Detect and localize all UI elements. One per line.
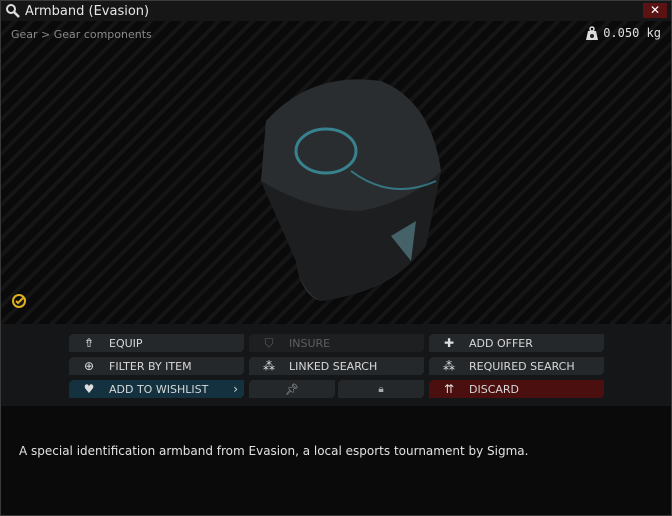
pin-button[interactable]: 📌︎ <box>249 380 335 398</box>
equip-label: EQUIP <box>109 336 143 350</box>
discard-button[interactable]: ⇈ DISCARD <box>429 380 604 398</box>
add-offer-label: ADD OFFER <box>469 336 533 350</box>
chevron-right-icon: › <box>233 382 238 396</box>
discard-label: DISCARD <box>469 382 520 396</box>
equip-button[interactable]: ⇮ EQUIP <box>69 334 244 352</box>
shield-icon: ⛉ <box>264 335 274 350</box>
lock-icon: 🔒︎ <box>378 383 384 395</box>
breadcrumb[interactable]: Gear > Gear components <box>11 28 152 41</box>
required-search-label: REQUIRED SEARCH <box>469 359 575 373</box>
item-description: A special identification armband from Ev… <box>19 444 529 458</box>
equip-icon: ⇮ <box>83 336 95 350</box>
zoom-in-icon: ⊕ <box>83 359 95 373</box>
filter-label: FILTER BY ITEM <box>109 359 192 373</box>
linked-search-button[interactable]: ⁂ LINKED SEARCH <box>249 357 424 375</box>
pin-icon: 📌︎ <box>285 382 299 396</box>
item-inspect-window: Armband (Evasion) ✕ Gear > Gear componen… <box>0 0 672 516</box>
heart-icon: ♥ <box>83 382 95 396</box>
close-button[interactable]: ✕ <box>643 3 667 18</box>
wishlist-label: ADD TO WISHLIST <box>109 382 209 396</box>
add-to-wishlist-button[interactable]: ♥ ADD TO WISHLIST › <box>69 380 244 398</box>
lock-button[interactable]: 🔒︎ <box>338 380 424 398</box>
discard-icon: ⇈ <box>443 382 455 396</box>
window-title: Armband (Evasion) <box>25 3 150 19</box>
insure-label: INSURE <box>289 336 331 350</box>
weight-icon <box>586 26 599 40</box>
insure-button[interactable]: ⛉ INSURE <box>249 334 424 352</box>
add-offer-icon: ✚ <box>443 336 455 350</box>
add-offer-button[interactable]: ✚ ADD OFFER <box>429 334 604 352</box>
linked-search-label: LINKED SEARCH <box>289 359 378 373</box>
required-search-button[interactable]: ⁂ REQUIRED SEARCH <box>429 357 604 375</box>
action-panel: ⇮ EQUIP ⛉ INSURE ✚ ADD OFFER ⊕ FILTER BY ITE… <box>1 324 671 406</box>
item-weight: 0.050 kg <box>586 26 661 40</box>
linked-search-icon: ⁂ <box>263 359 275 373</box>
required-search-icon: ⁂ <box>443 359 455 373</box>
search-icon <box>6 4 20 18</box>
filter-by-item-button[interactable]: ⊕ FILTER BY ITEM <box>69 357 244 375</box>
weight-value: 0.050 kg <box>603 26 661 40</box>
title-bar[interactable]: Armband (Evasion) ✕ <box>1 1 671 21</box>
examined-check-icon <box>12 294 26 308</box>
item-preview: Gear > Gear components 0.050 kg <box>1 21 671 324</box>
armband-image <box>261 79 441 301</box>
